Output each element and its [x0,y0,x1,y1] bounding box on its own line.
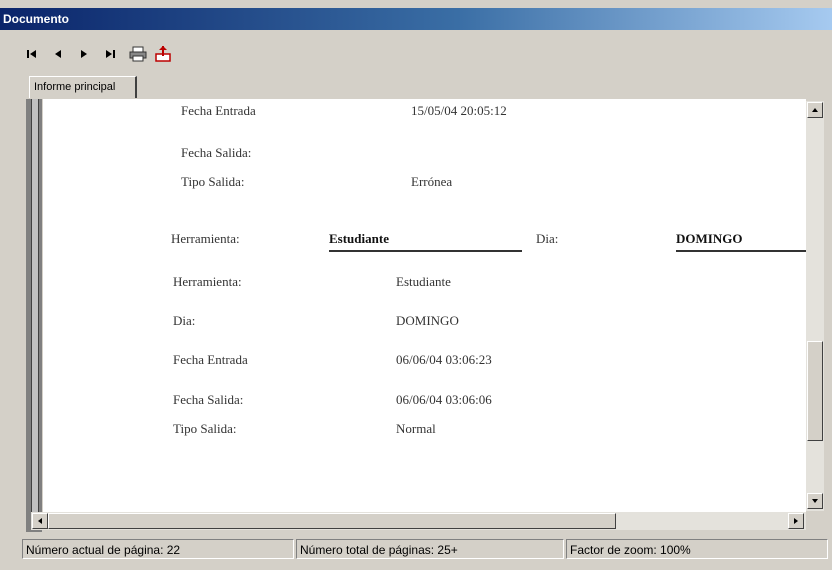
tipo-salida-label-2: Tipo Salida: [173,421,237,436]
scroll-down-button[interactable] [807,493,823,509]
print-button[interactable] [128,44,148,64]
fecha-salida-value-2: 06/06/04 03:06:06 [396,392,492,407]
tipo-salida-label: Tipo Salida: [181,174,245,189]
next-page-button[interactable] [76,44,92,64]
scroll-up-button[interactable] [807,102,823,118]
vertical-scrollbar[interactable] [806,101,824,511]
fecha-entrada-value: 15/05/04 20:05:12 [411,103,507,118]
group-day-value: DOMINGO [676,231,743,246]
last-page-icon [106,50,115,58]
window-title-bar[interactable]: Documento [0,8,832,30]
arrow-left-icon [38,518,42,524]
group-tool-label: Herramienta: [171,231,240,246]
export-icon [155,46,171,62]
arrow-down-icon [812,499,818,503]
scroll-left-button[interactable] [32,513,48,529]
dia-label: Dia: [173,313,196,328]
group-tool-value: Estudiante [329,231,389,246]
fecha-salida-label: Fecha Salida: [181,145,252,160]
status-total-pages: Número total de páginas: 25+ [296,539,564,559]
tab-informe-principal[interactable]: Informe principal [29,76,137,98]
next-page-icon [81,50,87,58]
horizontal-scroll-thumb[interactable] [48,513,616,529]
group-day-underline [676,250,806,252]
group-tool-underline [329,250,522,252]
horizontal-scrollbar[interactable] [31,512,806,530]
fecha-salida-label-2: Fecha Salida: [173,392,244,407]
previous-page-button[interactable] [50,44,66,64]
scroll-right-button[interactable] [788,513,804,529]
report-page: Fecha Entrada 15/05/04 20:05:12 Fecha Sa… [43,99,806,512]
print-icon [129,46,147,62]
arrow-up-icon [812,108,818,112]
report-frame-inner-border [31,99,39,512]
herramienta-value: Estudiante [396,274,451,289]
status-zoom-text: Factor de zoom: 100% [570,543,691,557]
dia-value: DOMINGO [396,313,459,328]
tipo-salida-value-2: Normal [396,421,436,436]
status-total-pages-text: Número total de páginas: 25+ [300,543,458,557]
first-page-icon [27,50,36,58]
export-button[interactable] [153,44,173,64]
status-zoom: Factor de zoom: 100% [566,539,828,559]
herramienta-label: Herramienta: [173,274,242,289]
arrow-right-icon [794,518,798,524]
status-current-page: Número actual de página: 22 [22,539,294,559]
fecha-entrada-label-2: Fecha Entrada [173,352,248,367]
first-page-button[interactable] [24,44,40,64]
window-title: Documento [3,12,69,26]
tipo-salida-value: Errónea [411,174,453,189]
group-day-label: Dia: [536,231,559,246]
last-page-button[interactable] [102,44,118,64]
fecha-entrada-value-2: 06/06/04 03:06:23 [396,352,492,367]
fecha-entrada-label: Fecha Entrada [181,103,256,118]
previous-page-icon [55,50,61,58]
vertical-scroll-thumb[interactable] [807,341,823,441]
tab-label: Informe principal [34,81,116,93]
status-current-page-text: Número actual de página: 22 [26,543,181,557]
